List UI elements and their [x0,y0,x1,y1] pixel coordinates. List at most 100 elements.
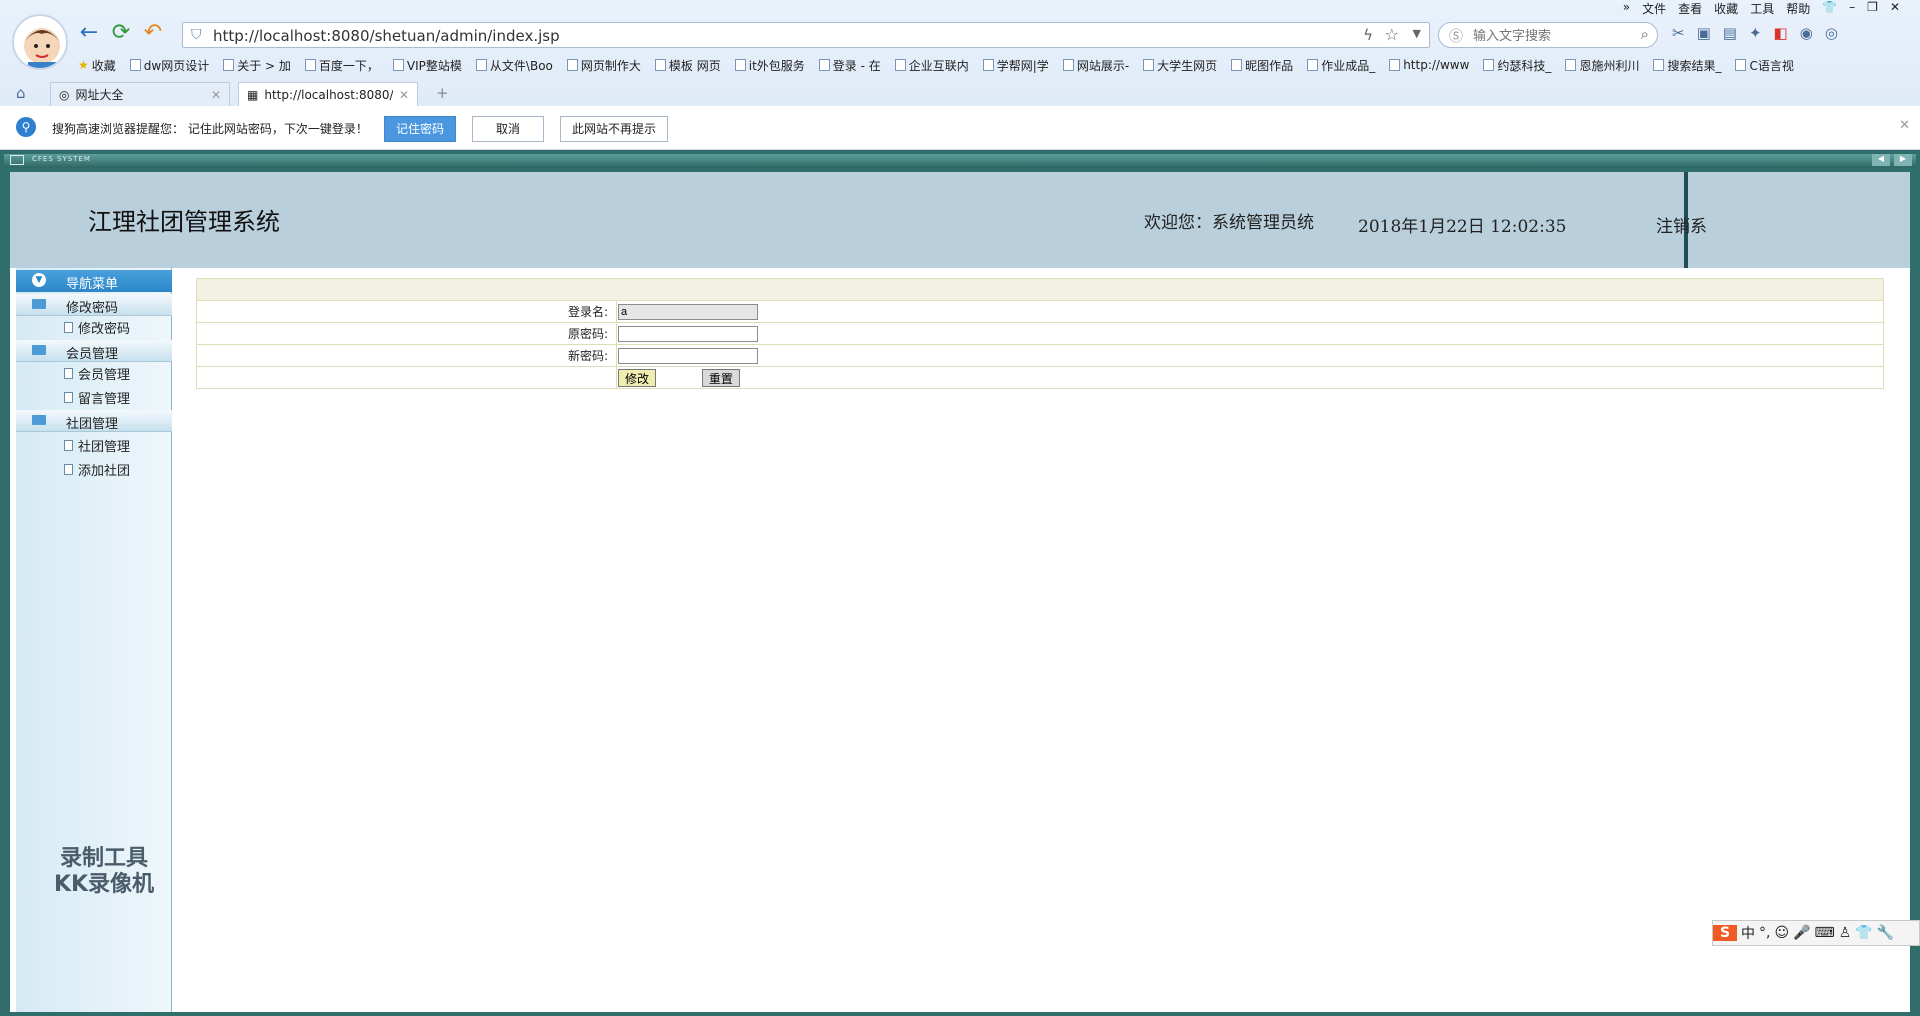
cancel-button[interactable]: 取消 [472,116,544,142]
menu-favorites[interactable]: 收藏 [1714,0,1738,18]
clipboard-icon[interactable]: ▤ [1723,24,1737,42]
skin-icon[interactable]: 👕 [1855,925,1872,941]
restore-icon[interactable]: ❐ [1867,0,1878,18]
bookmark-item[interactable]: 学帮网|学 [982,56,1049,74]
punctuation-icon[interactable]: °, [1759,925,1770,941]
menu-file[interactable]: 文件 [1642,0,1666,18]
menu-help[interactable]: 帮助 [1786,0,1810,18]
form-cell [196,366,617,389]
skin-icon[interactable]: 👕 [1822,0,1837,18]
bookmark-item[interactable]: http://www [1389,56,1469,74]
logout-link[interactable]: 注销系 [1656,212,1707,237]
page-icon [304,59,316,71]
minimize-icon[interactable]: – [1849,0,1855,18]
sogou-ime-icon[interactable]: S [1713,925,1737,941]
bookmark-item[interactable]: 企业互联内 [894,56,969,74]
app-icon[interactable]: ◧ [1774,24,1788,42]
wrench-icon[interactable]: 🔧 [1877,925,1894,941]
sidebar-group-members[interactable]: 会员管理 [16,340,172,362]
scissors-icon[interactable]: ✂ [1672,24,1685,42]
screenshot-icon[interactable]: ▣ [1697,24,1711,42]
favorites-label: 收藏 [91,58,116,73]
prev-icon[interactable]: ◀ [1872,154,1890,166]
sidebar-item-club-management[interactable]: 社团管理 [64,434,130,456]
sidebar-item-member-management[interactable]: 会员管理 [64,362,130,384]
bookmark-item[interactable]: 百度一下， [304,56,379,74]
user-avatar[interactable] [12,14,68,70]
page-icon [1389,59,1401,71]
sogou-icon: Ⓢ [1449,29,1463,45]
sidebar-item-message-management[interactable]: 留言管理 [64,386,130,408]
bookmark-item[interactable]: 大学生网页 [1143,56,1217,74]
bookmark-item[interactable]: 模板 网页 [654,56,721,74]
chevron-down-icon[interactable]: ▼ [1413,27,1421,40]
tab-url-directory[interactable]: ◎ 网址大全 ✕ [50,82,230,106]
search-box[interactable]: Ⓢ ⌕ [1438,22,1658,48]
keyboard-icon[interactable]: ⌨ [1815,925,1835,941]
remember-password-button[interactable]: 记住密码 [384,116,456,142]
nav-menu-header[interactable]: ▼ 导航菜单 [16,270,172,292]
bookmark-item[interactable]: C语言视 [1735,56,1794,74]
menu-more-icon[interactable]: » [1623,0,1630,18]
sidebar-group-clubs[interactable]: 社团管理 [16,410,172,432]
bookmark-item[interactable]: it外包服务 [734,56,805,74]
bookmark-item[interactable]: 恩施州利川 [1565,56,1639,74]
microphone-icon[interactable]: 🎤 [1793,925,1810,941]
bookmark-item[interactable]: 作业成品_ [1307,56,1375,74]
lightning-icon[interactable]: ϟ [1363,26,1373,44]
bookmark-item[interactable]: 关于 > 加 [223,56,291,74]
bookmark-item[interactable]: 网页制作大 [566,56,641,74]
close-window-icon[interactable]: ✕ [1890,0,1900,18]
folder-icon [32,415,46,425]
tab-localhost[interactable]: ▦ http://localhost:8080/ ✕ [238,82,418,106]
sidebar-item-change-password[interactable]: 修改密码 [64,316,130,338]
search-icon[interactable]: ⌕ [1641,25,1649,43]
new-password-field[interactable] [618,347,758,364]
login-name-field[interactable] [618,303,758,320]
form-row: 新密码: [196,344,1884,367]
document-icon [64,439,73,451]
frame-title: CFES SYSTEM [32,155,91,163]
emoji-icon[interactable]: ☺ [1774,925,1789,941]
refresh-icon[interactable]: ⟳ [108,20,134,46]
app-header: 江理社团管理系统 欢迎您：系统管理员统 2018年1月22日 12:02:35 … [10,172,1910,268]
puzzle-icon[interactable]: ✦ [1749,24,1762,42]
next-icon[interactable]: ▶ [1894,154,1912,166]
sidebar-group-password[interactable]: 修改密码 [16,294,172,316]
bookmark-item[interactable]: VIP整站模 [392,56,462,74]
menu-view[interactable]: 查看 [1678,0,1702,18]
home-icon[interactable]: ⌂ [16,84,26,102]
bookmark-item[interactable]: dw网页设计 [129,56,210,74]
globe-icon[interactable]: ◎ [1825,24,1838,42]
bookmark-item[interactable]: 从文件\Boo [475,56,553,74]
address-bar[interactable]: ⛉ http://localhost:8080/shetuan/admin/in… [182,22,1430,48]
back-icon[interactable]: ← [76,20,102,46]
old-password-field[interactable] [618,325,758,342]
bookmark-label: dw网页设计 [143,58,210,73]
shield-icon: ⛉ [191,27,202,43]
bookmark-item[interactable]: 约瑟科技_ [1483,56,1551,74]
new-tab-button[interactable]: + [436,84,449,102]
magnifier-icon[interactable]: ◉ [1800,24,1813,42]
close-tab-icon[interactable]: ✕ [399,88,409,102]
favorites-button[interactable]: ★ 收藏 [78,56,116,74]
user-icon[interactable]: ♙ [1839,925,1852,941]
search-input[interactable] [1471,27,1621,44]
bookmark-item[interactable]: 网站展示- [1062,56,1129,74]
star-icon[interactable]: ☆ [1385,25,1399,44]
menu-tools[interactable]: 工具 [1750,0,1774,18]
page-icon [392,59,404,71]
address-url[interactable]: http://localhost:8080/shetuan/admin/inde… [213,27,560,45]
ime-mode[interactable]: 中 [1741,923,1755,943]
undo-icon[interactable]: ↶ [140,20,166,46]
reset-button[interactable]: 重置 [701,368,740,387]
bookmark-item[interactable]: 登录 - 在 [818,56,881,74]
modify-button[interactable]: 修改 [618,368,657,387]
bookmark-item[interactable]: 昵图作品 [1231,56,1293,74]
never-remind-button[interactable]: 此网站不再提示 [560,116,668,142]
chevron-down-icon: ▼ [32,273,46,287]
bookmark-item[interactable]: 搜索结果_ [1653,56,1721,74]
close-infobar-icon[interactable]: ✕ [1899,118,1910,133]
sidebar-item-add-club[interactable]: 添加社团 [64,458,130,480]
close-tab-icon[interactable]: ✕ [211,88,221,102]
